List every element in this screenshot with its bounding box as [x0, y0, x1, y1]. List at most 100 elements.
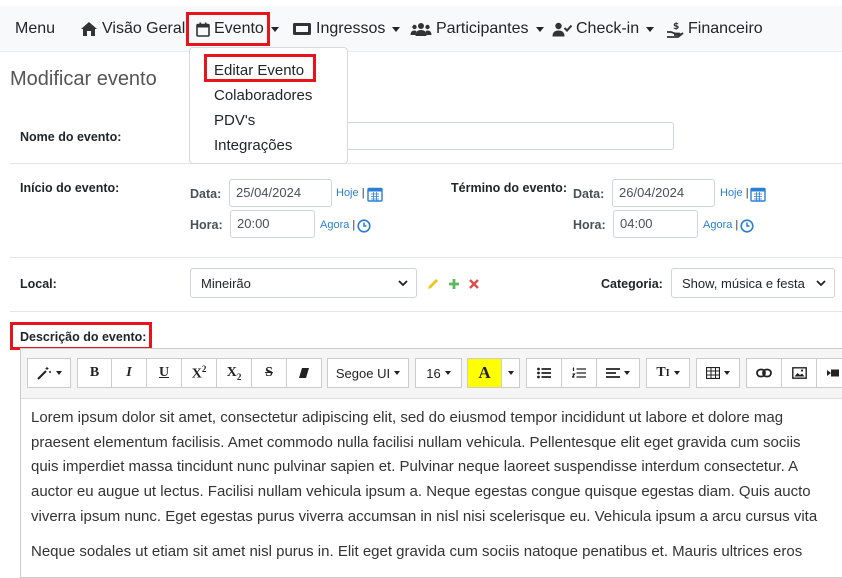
magic-wand-icon: [37, 367, 51, 380]
video-button[interactable]: [816, 358, 842, 388]
font-color-button[interactable]: A: [467, 358, 502, 388]
clock-icon[interactable]: [740, 219, 754, 233]
rich-text-editor: B I U X2 X2 S Segoe UI 16 A TI Lorem ips…: [20, 348, 842, 578]
strikethrough-button[interactable]: S: [251, 358, 287, 388]
close-icon[interactable]: [469, 279, 479, 289]
text-line: quis imperdiet massa tincidunt nunc pulv…: [31, 458, 799, 476]
pencil-icon[interactable]: [427, 278, 439, 290]
nav-label: Participantes: [436, 20, 529, 37]
editor-toolbar: B I U X2 X2 S Segoe UI 16 A TI: [21, 349, 842, 399]
highlight-editar-evento: [204, 54, 316, 82]
chevron-down-icon: [724, 371, 730, 375]
termino-hoje-link[interactable]: Hoje |: [720, 187, 749, 199]
highlight-evento: [186, 12, 270, 46]
nav-item-check-in[interactable]: Check-in: [552, 6, 655, 52]
plus-icon[interactable]: [448, 278, 460, 290]
categoria-label: Categoria:: [601, 277, 663, 291]
calendar-icon[interactable]: [750, 186, 766, 202]
inicio-hora-label: Hora:: [190, 218, 223, 232]
dropdown-item-pdvs[interactable]: PDV's: [214, 112, 255, 129]
superscript-button[interactable]: X2: [181, 358, 217, 388]
font-family-select[interactable]: Segoe UI: [327, 358, 409, 388]
underline-icon: U: [158, 365, 170, 380]
chevron-down-icon: [392, 26, 401, 32]
bold-button[interactable]: B: [77, 358, 112, 388]
paragraph-align-button[interactable]: [596, 358, 640, 388]
eraser-icon: [299, 368, 309, 378]
nav-label: Check-in: [576, 20, 640, 37]
nav-item-ingressos[interactable]: Ingressos: [292, 6, 401, 52]
underline-button[interactable]: U: [146, 358, 182, 388]
nav-label: Visão Geral: [102, 20, 186, 37]
local-select[interactable]: Mineirão: [190, 268, 417, 298]
align-left-icon: [606, 368, 620, 378]
inicio-hora-input[interactable]: 20:00: [230, 210, 315, 238]
calendar-icon[interactable]: [367, 186, 383, 202]
font-size-value: 16: [426, 365, 441, 381]
divider: [10, 257, 842, 258]
hoje-link-text: Hoje: [720, 187, 743, 199]
eraser-button[interactable]: [286, 358, 322, 388]
strikethrough-icon: S: [265, 365, 273, 380]
hoje-link-text: Hoje: [336, 187, 359, 199]
superscript-icon: X2: [191, 363, 207, 382]
chevron-down-icon: [673, 371, 680, 375]
subscript-button[interactable]: X2: [216, 358, 252, 388]
dropdown-item-integracoes[interactable]: Integrações: [214, 137, 292, 154]
font-size-select[interactable]: 16: [415, 358, 462, 388]
text-line: praesent elementum facilisis. Amet commo…: [31, 433, 801, 451]
magic-wand-button[interactable]: [27, 358, 71, 388]
font-color-dropdown[interactable]: [501, 358, 520, 388]
chevron-down-icon: [270, 26, 279, 32]
nav-label: Ingressos: [316, 20, 386, 37]
unordered-list-icon: [537, 367, 551, 379]
svg-text:$: $: [673, 22, 679, 32]
link-separator: |: [745, 187, 749, 199]
italic-icon: I: [126, 365, 132, 380]
editor-content[interactable]: Lorem ipsum dolor sit amet, consectetur …: [31, 406, 842, 574]
text-line: auctor eu augue ut lectus. Facilisi null…: [31, 483, 811, 501]
link-button[interactable]: [746, 358, 782, 388]
inicio-data-input[interactable]: 25/04/2024: [229, 179, 332, 207]
table-button[interactable]: [696, 358, 740, 388]
termino-hora-label: Hora:: [573, 218, 606, 232]
link-icon: [756, 368, 772, 378]
categoria-select-value: Show, música e festa: [682, 276, 805, 291]
nav-item-participantes[interactable]: Participantes: [410, 6, 544, 52]
highlight-descricao: [10, 322, 152, 350]
home-icon: [81, 22, 97, 36]
user-check-icon: [552, 22, 572, 36]
divider: [10, 163, 842, 164]
termino-agora-link[interactable]: Agora |: [703, 219, 738, 231]
categoria-select[interactable]: Show, música e festa: [671, 268, 835, 298]
inicio-hoje-link[interactable]: Hoje |: [336, 187, 365, 199]
agora-link-text: Agora: [703, 219, 733, 231]
table-icon: [706, 367, 720, 379]
ordered-list-button[interactable]: [561, 358, 597, 388]
nav-item-visao-geral[interactable]: Visão Geral: [80, 6, 185, 52]
nav-item-financeiro[interactable]: $ Financeiro: [666, 6, 763, 52]
navbar-brand[interactable]: Menu: [15, 6, 55, 52]
inicio-data-label: Data:: [190, 187, 222, 201]
termino-hora-input[interactable]: 04:00: [613, 210, 698, 238]
clock-icon[interactable]: [357, 219, 371, 233]
chevron-down-icon: [816, 280, 826, 287]
unordered-list-button[interactable]: [526, 358, 562, 388]
font-color-icon: A: [478, 363, 491, 382]
inicio-agora-link[interactable]: Agora |: [320, 219, 355, 231]
font-family-value: Segoe UI: [335, 365, 391, 381]
nome-evento-input[interactable]: [330, 122, 674, 150]
image-button[interactable]: [781, 358, 817, 388]
italic-button[interactable]: I: [111, 358, 147, 388]
page-title: Modificar evento: [10, 68, 157, 90]
chevron-down-icon: [398, 280, 408, 287]
chevron-down-icon: [535, 26, 544, 32]
video-icon: [827, 369, 839, 377]
text-line: viverra ipsum nunc. Eget egestas purus v…: [31, 507, 818, 525]
termino-data-input[interactable]: 26/04/2024: [612, 179, 715, 207]
dropdown-item-colaboradores[interactable]: Colaboradores: [214, 87, 312, 104]
subscript-icon: X2: [226, 364, 242, 382]
text-line: Neque sodales ut etiam sit amet nisl pur…: [31, 542, 803, 560]
line-height-button[interactable]: TI: [646, 358, 690, 388]
users-icon: [410, 22, 432, 36]
